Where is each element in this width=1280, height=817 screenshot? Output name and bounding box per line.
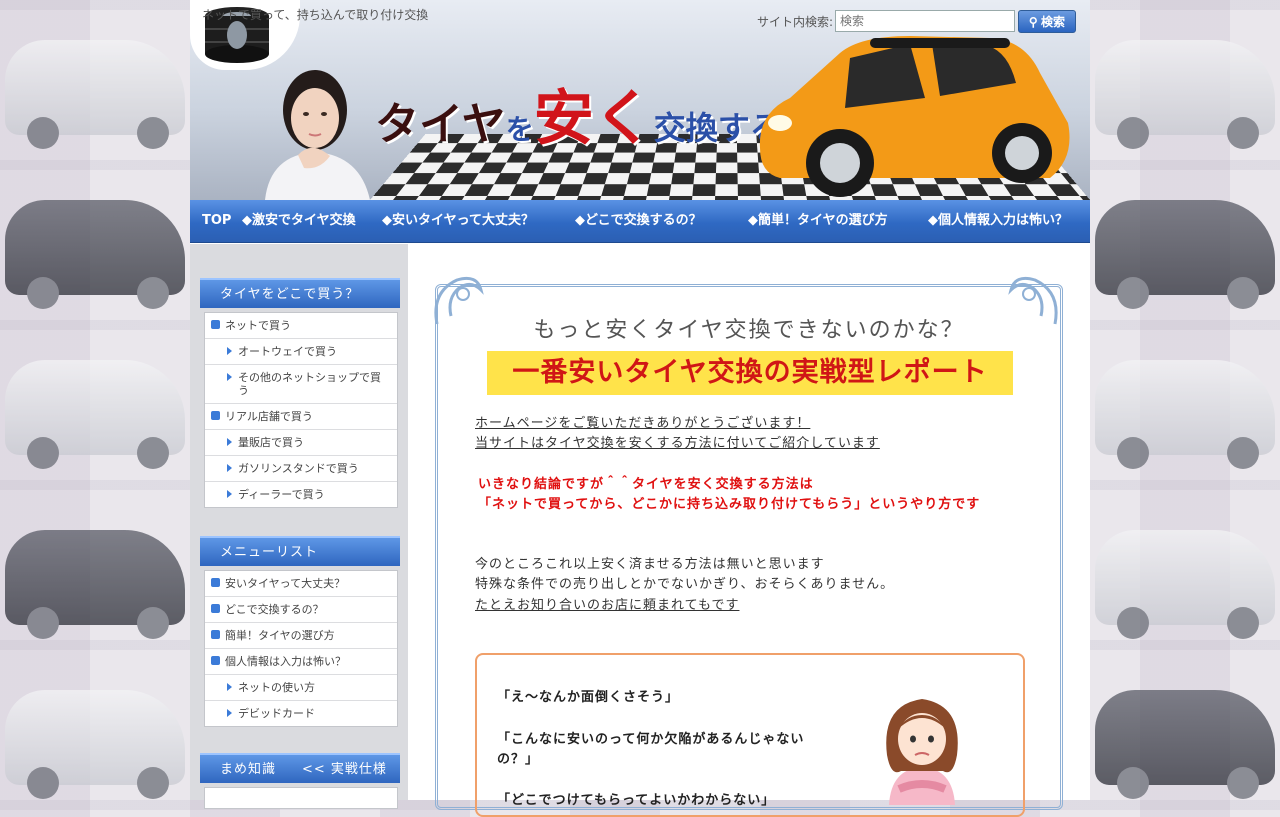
site-search-input[interactable] xyxy=(835,10,1015,32)
arrow-icon xyxy=(227,347,232,355)
arrow-icon xyxy=(227,490,232,498)
sidebar-item-mass-retailer[interactable]: 量販店で買う xyxy=(205,430,397,456)
conclusion-line-1: いきなり結論ですが＾＾タイヤを安く交換する方法は xyxy=(478,477,814,492)
sidebar-menu-where-buy: ネットで買う オートウェイで買う その他のネットショップで買う リアル店舗で買う… xyxy=(204,312,398,508)
sidebar-heading-where-buy: タイヤをどこで買う？ xyxy=(200,278,400,308)
global-nav: TOP ◆激安でタイヤ交換 ◆安いタイヤって大丈夫？ ◆どこで交換するの？ ◆簡… xyxy=(190,200,1090,243)
search-icon: ⚲ xyxy=(1028,15,1042,29)
logo-text-cheap: 安く xyxy=(533,84,654,154)
sidebar-item-dealer[interactable]: ディーラーで買う xyxy=(205,482,397,507)
sidebar-item-real-store[interactable]: リアル店舗で買う xyxy=(205,404,397,430)
worried-girl-image xyxy=(886,699,958,805)
bullet-icon xyxy=(211,630,220,639)
page-wrapper: ネットで買って、持ち込んで取り付け交換 タイヤを安く交換する方法 サイト内検索: xyxy=(190,0,1090,817)
sidebar-item-personal-info[interactable]: 個人情報は入力は怖い？ xyxy=(205,649,397,675)
welcome-line-1: ホームページをご覧いただきありがとうございます！ xyxy=(475,416,811,431)
sidebar-item-where-exchange[interactable]: どこで交換するの？ xyxy=(205,597,397,623)
site-tagline: ネットで買って、持ち込んで取り付け交換 xyxy=(202,8,429,22)
body-line-1: 今のところこれ以上安く済ませる方法は無いと思います xyxy=(475,557,825,572)
sidebar-item-cheap-safe[interactable]: 安いタイヤって大丈夫？ xyxy=(205,571,397,597)
nav-cheap-tire-safe[interactable]: ◆安いタイヤって大丈夫？ xyxy=(382,200,534,242)
logo-text-tire: タイヤ xyxy=(375,99,506,150)
orange-car-image xyxy=(759,36,1070,197)
worry-3: 「どこでつけてもらってよいかわからない」 xyxy=(497,793,776,808)
worry-2a: 「こんなに安いのって何か欠陥があるんじゃない xyxy=(497,732,805,747)
arrow-icon xyxy=(227,709,232,717)
sidebar: タイヤをどこで買う？ ネットで買う オートウェイで買う その他のネットショップで… xyxy=(190,244,408,809)
sidebar-menu-tips xyxy=(204,787,398,809)
welcome-line-2: 当サイトはタイヤ交換を安くする方法に付いてご紹介しています xyxy=(475,436,880,451)
arrow-icon xyxy=(227,373,232,381)
sidebar-item-gas-station[interactable]: ガソリンスタンドで買う xyxy=(205,456,397,482)
sidebar-item-choose-tire[interactable]: 簡単！タイヤの選び方 xyxy=(205,623,397,649)
sidebar-item-autoway[interactable]: オートウェイで買う xyxy=(205,339,397,365)
main-content: もっと安くタイヤ交換できないのかな？ 一番安いタイヤ交換の実戦型レポート ホーム… xyxy=(434,272,1063,817)
bullet-icon xyxy=(211,604,220,613)
arrow-icon xyxy=(227,683,232,691)
sidebar-item-buy-online[interactable]: ネットで買う xyxy=(205,313,397,339)
search-label: サイト内検索: xyxy=(757,15,834,29)
sidebar-heading-tips: まめ知識 << 実戦仕様 xyxy=(200,753,400,783)
worry-1: 「え～なんか面倒くさそう」 xyxy=(497,690,680,705)
nav-choose-tire[interactable]: ◆簡単！タイヤの選び方 xyxy=(748,200,888,242)
bullet-icon xyxy=(211,656,220,665)
intro-question: もっと安くタイヤ交換できないのかな？ xyxy=(533,318,965,343)
bullet-icon xyxy=(211,320,220,329)
sidebar-item-net-usage[interactable]: ネットの使い方 xyxy=(205,675,397,701)
sidebar-heading-tips-right: << 実戦仕様 xyxy=(302,762,387,777)
bullet-icon xyxy=(211,411,220,420)
arrow-icon xyxy=(227,438,232,446)
bullet-icon xyxy=(211,578,220,587)
search-button-label: 検索 xyxy=(1041,15,1066,29)
thinking-woman-image xyxy=(265,70,370,200)
worry-2b: の？」 xyxy=(497,752,540,767)
sidebar-heading-menu: メニューリスト xyxy=(200,536,400,566)
nav-where-exchange[interactable]: ◆どこで交換するの？ xyxy=(575,200,702,242)
sidebar-item-other-shops[interactable]: その他のネットショップで買う xyxy=(205,365,397,404)
sidebar-item-debit-card[interactable]: デビッドカード xyxy=(205,701,397,726)
site-header: ネットで買って、持ち込んで取り付け交換 タイヤを安く交換する方法 サイト内検索: xyxy=(190,0,1090,200)
logo-text-wo: を xyxy=(505,113,534,146)
main-headline: 一番安いタイヤ交換の実戦型レポート xyxy=(487,351,1013,395)
nav-personal-info[interactable]: ◆個人情報入力は怖い？ xyxy=(928,200,1068,242)
body-line-2: 特殊な条件での売り出しとかでないかぎり、おそらくありません。 xyxy=(475,577,895,592)
conclusion-line-2: 「ネットで買ってから、どこかに持ち込み取り付けてもらう」というやり方です xyxy=(478,497,981,512)
worries-box: 「え～なんか面倒くさそう」 「こんなに安いのって何か欠陥があるんじゃない の？」… xyxy=(475,653,1025,817)
nav-cheap-exchange[interactable]: ◆激安でタイヤ交換 xyxy=(242,200,356,242)
arrow-icon xyxy=(227,464,232,472)
sidebar-menu-list: 安いタイヤって大丈夫？ どこで交換するの？ 簡単！タイヤの選び方 個人情報は入力… xyxy=(204,570,398,727)
nav-top[interactable]: TOP xyxy=(202,200,231,242)
search-button[interactable]: ⚲ 検索 xyxy=(1018,10,1076,33)
body-line-3: たとえお知り合いのお店に頼まれてもです xyxy=(475,598,740,613)
